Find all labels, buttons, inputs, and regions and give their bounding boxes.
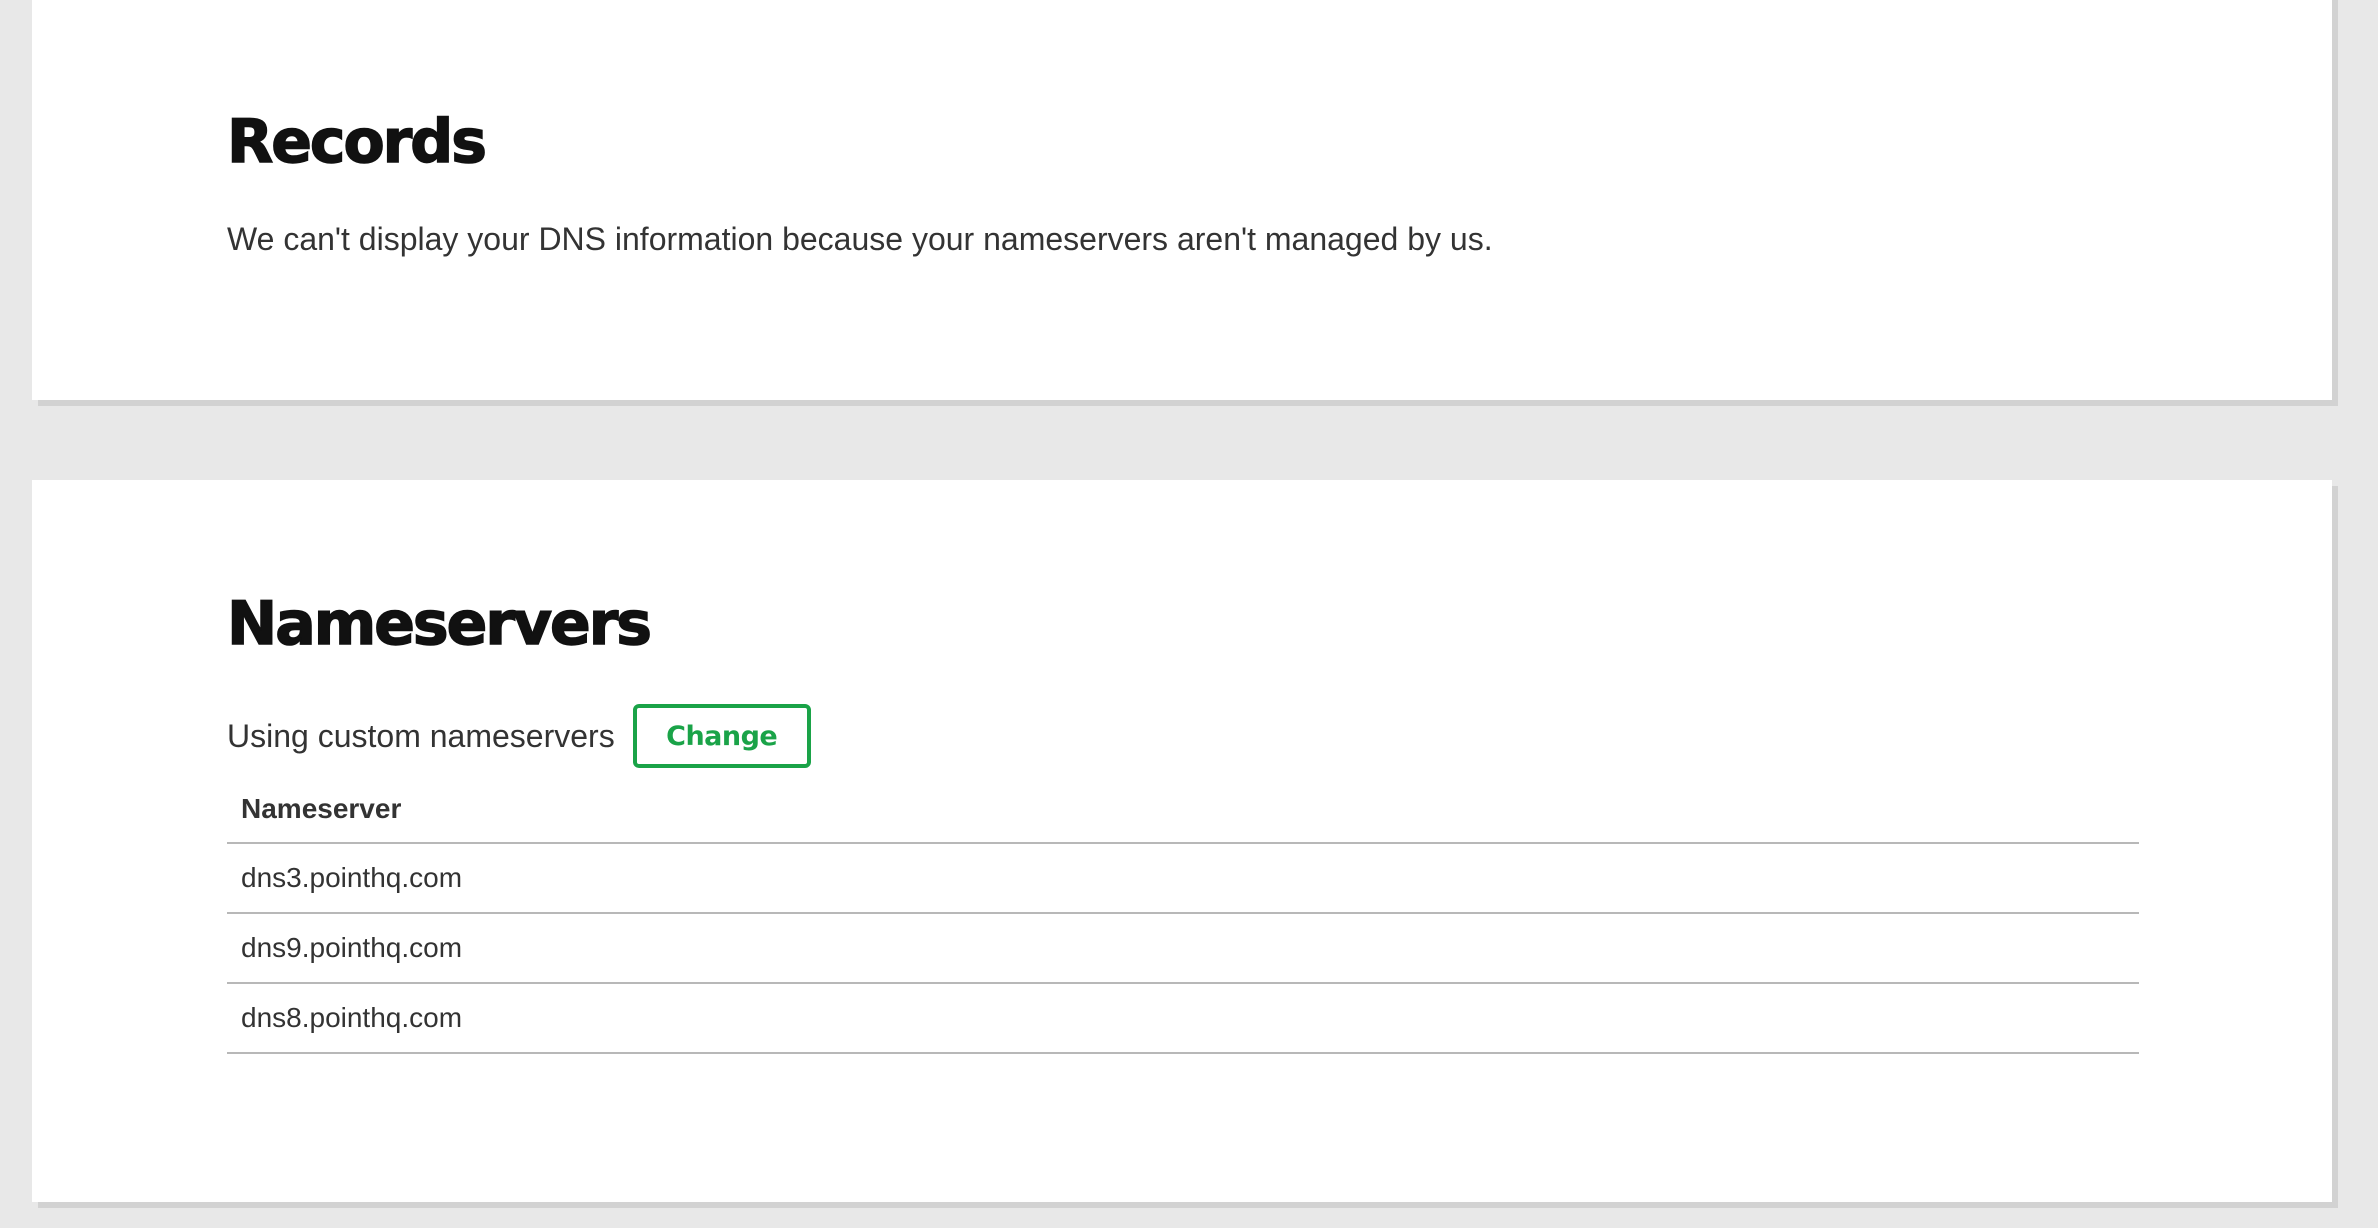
records-message: We can't display your DNS information be… — [227, 221, 1493, 257]
nameservers-title: Nameservers — [226, 589, 653, 659]
records-card: Records We can't display your DNS inform… — [32, 0, 2332, 400]
table-row: dns3.pointhq.com — [227, 843, 2139, 914]
records-content: Records We can't display your DNS inform… — [226, 107, 2137, 258]
nameserver-cell: dns8.pointhq.com — [227, 983, 2139, 1054]
table-row: dns8.pointhq.com — [227, 983, 2139, 1054]
column-header-nameserver: Nameserver — [227, 776, 2139, 844]
nameservers-heading: Nameservers — [226, 589, 2137, 659]
nameserver-cell: dns3.pointhq.com — [227, 843, 2139, 914]
nameservers-status-row: Using custom nameservers Change — [227, 704, 811, 768]
table-row: dns9.pointhq.com — [227, 913, 2139, 984]
table-header-row: Nameserver — [227, 776, 2139, 844]
records-title: Records — [226, 107, 487, 177]
nameserver-cell: dns9.pointhq.com — [227, 913, 2139, 984]
change-nameservers-button[interactable]: Change — [632, 704, 811, 768]
nameservers-status: Using custom nameservers — [227, 717, 615, 754]
nameservers-card: Nameservers Using custom nameservers Cha… — [32, 480, 2332, 1202]
nameservers-table: Nameserver dns3.pointhq.com dns9.pointhq… — [227, 776, 2139, 1054]
